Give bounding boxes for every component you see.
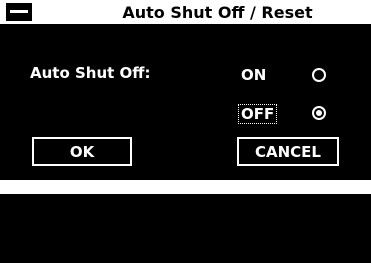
cancel-button[interactable]: CANCEL bbox=[237, 137, 339, 166]
auto-shut-off-label: Auto Shut Off: bbox=[30, 64, 151, 82]
system-menu-icon[interactable] bbox=[6, 3, 32, 21]
option-off-label[interactable]: OFF bbox=[238, 104, 278, 124]
dialog-title-bar: Auto Shut Off / Reset bbox=[0, 0, 371, 24]
option-on-radio[interactable] bbox=[312, 68, 326, 82]
lower-black-panel bbox=[0, 194, 371, 263]
option-off-radio[interactable] bbox=[312, 106, 326, 120]
auto-shut-off-dialog: Auto Shut Off / Reset Auto Shut Off: ON … bbox=[0, 0, 371, 180]
dialog-title: Auto Shut Off / Reset bbox=[122, 3, 313, 22]
system-menu-dash-icon bbox=[10, 10, 28, 13]
option-on-label[interactable]: ON bbox=[241, 66, 266, 84]
ok-button[interactable]: OK bbox=[32, 137, 132, 166]
